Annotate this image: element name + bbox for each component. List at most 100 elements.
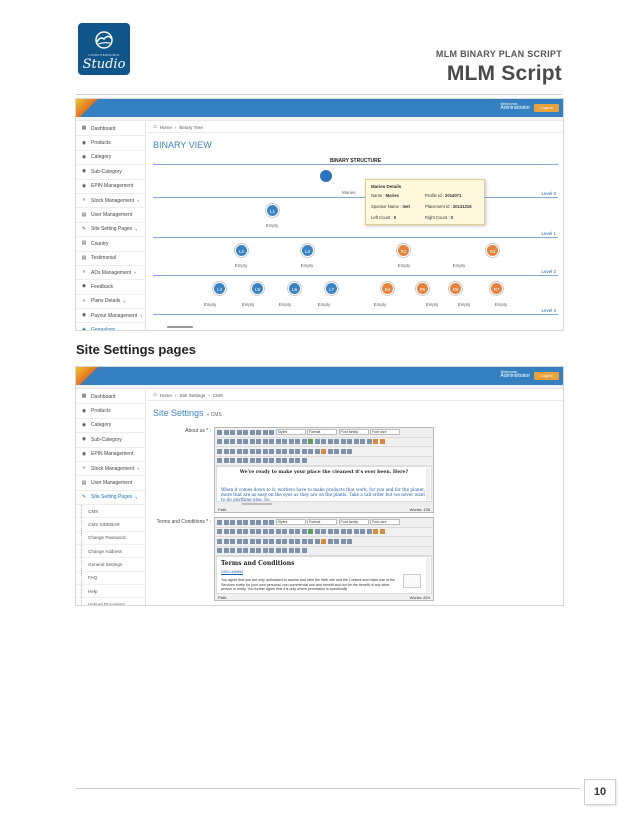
del-icon[interactable] — [269, 548, 274, 554]
sidebar-item[interactable]: ✎ Site Setting Pages ˅ — [76, 490, 145, 506]
insert-row-before-icon[interactable] — [236, 448, 242, 454]
cleanup-icon[interactable] — [334, 439, 339, 445]
html-icon[interactable] — [347, 439, 352, 445]
tree-node-l5[interactable]: L5 — [251, 282, 264, 295]
align-left-icon[interactable] — [249, 429, 255, 435]
hr-icon[interactable] — [282, 448, 287, 454]
bold-icon[interactable] — [223, 519, 229, 525]
ins-icon[interactable] — [275, 458, 281, 464]
bullet-list-icon[interactable] — [262, 529, 268, 535]
style-props-icon[interactable] — [243, 548, 248, 554]
undo-icon[interactable] — [295, 439, 300, 445]
bg-color-icon[interactable] — [379, 439, 385, 445]
nonbreaking-icon[interactable] — [288, 548, 294, 554]
font-family-dropdown[interactable]: Font family — [338, 429, 369, 436]
sidebar-item[interactable]: ▤ Country — [76, 237, 145, 252]
tree-node-l6[interactable]: L6 — [288, 282, 301, 295]
subscript-icon[interactable] — [301, 538, 307, 544]
insert-row-before-icon[interactable] — [236, 538, 242, 544]
redo-icon[interactable] — [301, 439, 307, 445]
subscript-icon[interactable] — [301, 448, 307, 454]
number-list-icon[interactable] — [269, 529, 274, 535]
strike-icon[interactable] — [243, 429, 248, 435]
sidebar-subitem[interactable]: General Settings — [76, 558, 145, 572]
template-icon[interactable] — [295, 458, 300, 464]
sidebar-item[interactable]: ▤ User Management — [76, 208, 145, 223]
absolute-icon[interactable] — [236, 548, 242, 554]
home-icon[interactable]: ⌂ — [153, 392, 157, 398]
text-color-icon[interactable] — [373, 439, 378, 445]
cut-icon[interactable] — [217, 529, 222, 535]
abbr-icon[interactable] — [256, 458, 261, 464]
sidebar-item[interactable]: ◉ Payout Management ˅ — [76, 309, 145, 324]
charmap-icon[interactable] — [314, 538, 320, 544]
align-right-icon[interactable] — [262, 429, 268, 435]
sidebar-item[interactable]: ✎ Site Setting Pages ˅ — [76, 223, 145, 238]
justify-icon[interactable] — [269, 429, 274, 435]
vertical-scrollbar[interactable] — [426, 468, 430, 500]
root-user-node[interactable]: 👤 — [320, 170, 332, 182]
media-icon[interactable] — [327, 448, 333, 454]
sidebar-item[interactable]: ◉ EPIN Management — [76, 180, 145, 194]
breadcrumb-mid[interactable]: Site Settings — [179, 393, 205, 398]
acronym-icon[interactable] — [262, 548, 268, 554]
about-us-editor[interactable]: Styles Format Font family Font size We'r… — [214, 427, 434, 513]
terms-content[interactable]: Terms and Conditions DISCLAIMER You agre… — [216, 556, 432, 594]
pagebreak-icon[interactable] — [301, 548, 307, 554]
horizontal-scrollbar[interactable] — [167, 326, 193, 328]
indent-icon[interactable] — [282, 529, 287, 535]
indent-icon[interactable] — [282, 439, 287, 445]
insert-time-icon[interactable] — [360, 529, 365, 535]
print-icon[interactable] — [340, 448, 346, 454]
sidebar-item[interactable]: ▦ Dashboard — [76, 390, 145, 405]
sidebar-item[interactable]: ◉ Products — [76, 404, 145, 419]
attribs-icon[interactable] — [282, 548, 287, 554]
outdent-icon[interactable] — [275, 439, 281, 445]
font-family-dropdown[interactable]: Font family — [338, 519, 369, 526]
cell-props-icon[interactable] — [230, 448, 235, 454]
replace-icon[interactable] — [256, 439, 261, 445]
underline-icon[interactable] — [236, 519, 242, 525]
nonbreaking-icon[interactable] — [288, 458, 294, 464]
remove-format-icon[interactable] — [288, 448, 294, 454]
cite-icon[interactable] — [249, 548, 255, 554]
text-color-icon[interactable] — [373, 529, 378, 535]
superscript-icon[interactable] — [308, 538, 313, 544]
link-icon[interactable] — [308, 439, 313, 445]
styles-dropdown[interactable]: Styles — [275, 429, 306, 436]
sidebar-subitem[interactable]: Help — [76, 584, 145, 599]
anchor-icon[interactable] — [321, 439, 326, 445]
sidebar-item[interactable]: ◉ Sub-Category — [76, 433, 145, 448]
blockquote-icon[interactable] — [288, 529, 294, 535]
sidebar-item[interactable]: » Stock Management ˅ — [76, 194, 145, 209]
find-icon[interactable] — [249, 439, 255, 445]
save-icon[interactable] — [217, 519, 222, 525]
blockquote-icon[interactable] — [288, 439, 294, 445]
paste-text-icon[interactable] — [236, 439, 242, 445]
tree-node-r3[interactable]: R3 — [486, 244, 499, 257]
advhr-icon[interactable] — [334, 538, 339, 544]
align-left-icon[interactable] — [249, 519, 255, 525]
fullscreen-icon[interactable] — [347, 448, 352, 454]
hr-icon[interactable] — [282, 538, 287, 544]
italic-icon[interactable] — [230, 429, 235, 435]
remove-format-icon[interactable] — [288, 538, 294, 544]
sidebar-item[interactable]: ◉ Sub-Category — [76, 165, 145, 180]
advhr-icon[interactable] — [334, 448, 339, 454]
cut-icon[interactable] — [217, 439, 222, 445]
sidebar-item[interactable]: » ADs Management ˅ — [76, 266, 145, 281]
tree-node-l4[interactable]: L4 — [213, 282, 226, 295]
insert-date-icon[interactable] — [353, 529, 359, 535]
image-icon[interactable] — [327, 439, 333, 445]
font-size-dropdown[interactable]: Font size — [370, 429, 400, 436]
forward-icon[interactable] — [223, 548, 229, 554]
justify-icon[interactable] — [269, 519, 274, 525]
align-center-icon[interactable] — [256, 429, 261, 435]
unlink-icon[interactable] — [314, 529, 320, 535]
merge-cells-icon[interactable] — [275, 538, 281, 544]
backward-icon[interactable] — [230, 548, 235, 554]
split-cells-icon[interactable] — [269, 538, 274, 544]
sidebar-subitem[interactable]: CMS — [76, 505, 145, 519]
tree-node-r7[interactable]: R7 — [490, 282, 503, 295]
split-cells-icon[interactable] — [269, 448, 274, 454]
